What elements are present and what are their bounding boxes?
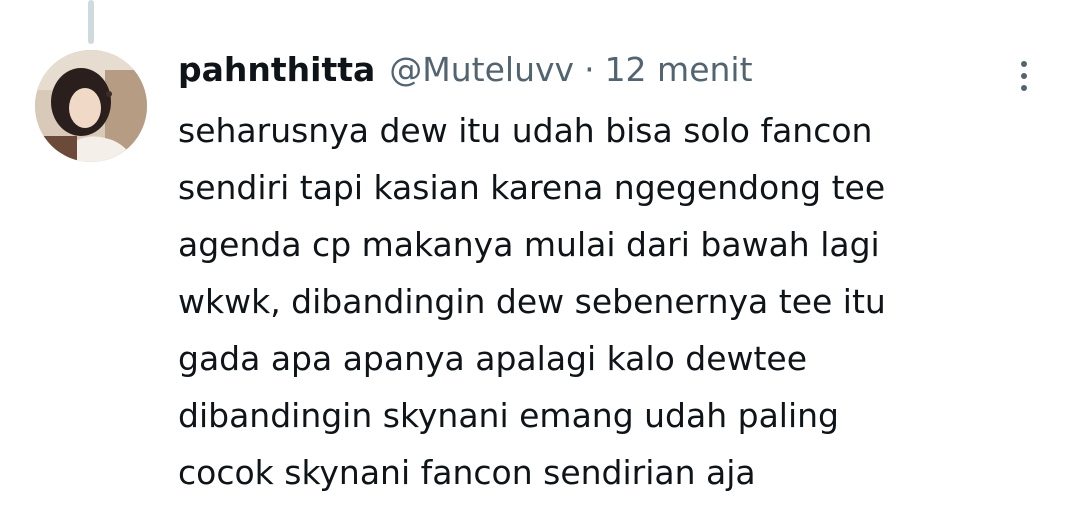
tweet-text-line: sendiri tapi kasian karena ngegendong te… xyxy=(178,168,886,207)
tweet[interactable]: pahnthitta @Muteluvv · 12 menit seharusn… xyxy=(0,0,1080,515)
avatar-photo xyxy=(35,50,147,162)
more-options-button[interactable] xyxy=(1004,56,1044,96)
tweet-content: pahnthitta @Muteluvv · 12 menit seharusn… xyxy=(178,46,1018,501)
separator-dot: · xyxy=(584,50,595,89)
tweet-text: seharusnya dew itu udah bisa solo fancon… xyxy=(178,102,1018,501)
thread-connector-line xyxy=(88,0,94,44)
tweet-text-line: cocok skynani fancon sendirian aja xyxy=(178,453,756,492)
more-vertical-icon xyxy=(1021,61,1027,67)
more-vertical-icon-dot xyxy=(1021,73,1027,79)
tweet-text-line: agenda cp makanya mulai dari bawah lagi xyxy=(178,225,880,264)
tweet-text-line: gada apa apanya apalagi kalo dewtee xyxy=(178,339,808,378)
timestamp[interactable]: 12 menit xyxy=(605,46,753,94)
more-vertical-icon-dot xyxy=(1021,85,1027,91)
avatar[interactable] xyxy=(35,50,147,162)
user-handle[interactable]: @Muteluvv xyxy=(389,46,574,94)
tweet-text-line: seharusnya dew itu udah bisa solo fancon xyxy=(178,111,873,150)
tweet-header: pahnthitta @Muteluvv · 12 menit xyxy=(178,46,1018,94)
tweet-text-line: dibandingin skynani emang udah paling xyxy=(178,396,839,435)
display-name[interactable]: pahnthitta xyxy=(178,46,375,94)
tweet-text-line: wkwk, dibandingin dew sebenernya tee itu xyxy=(178,282,886,321)
